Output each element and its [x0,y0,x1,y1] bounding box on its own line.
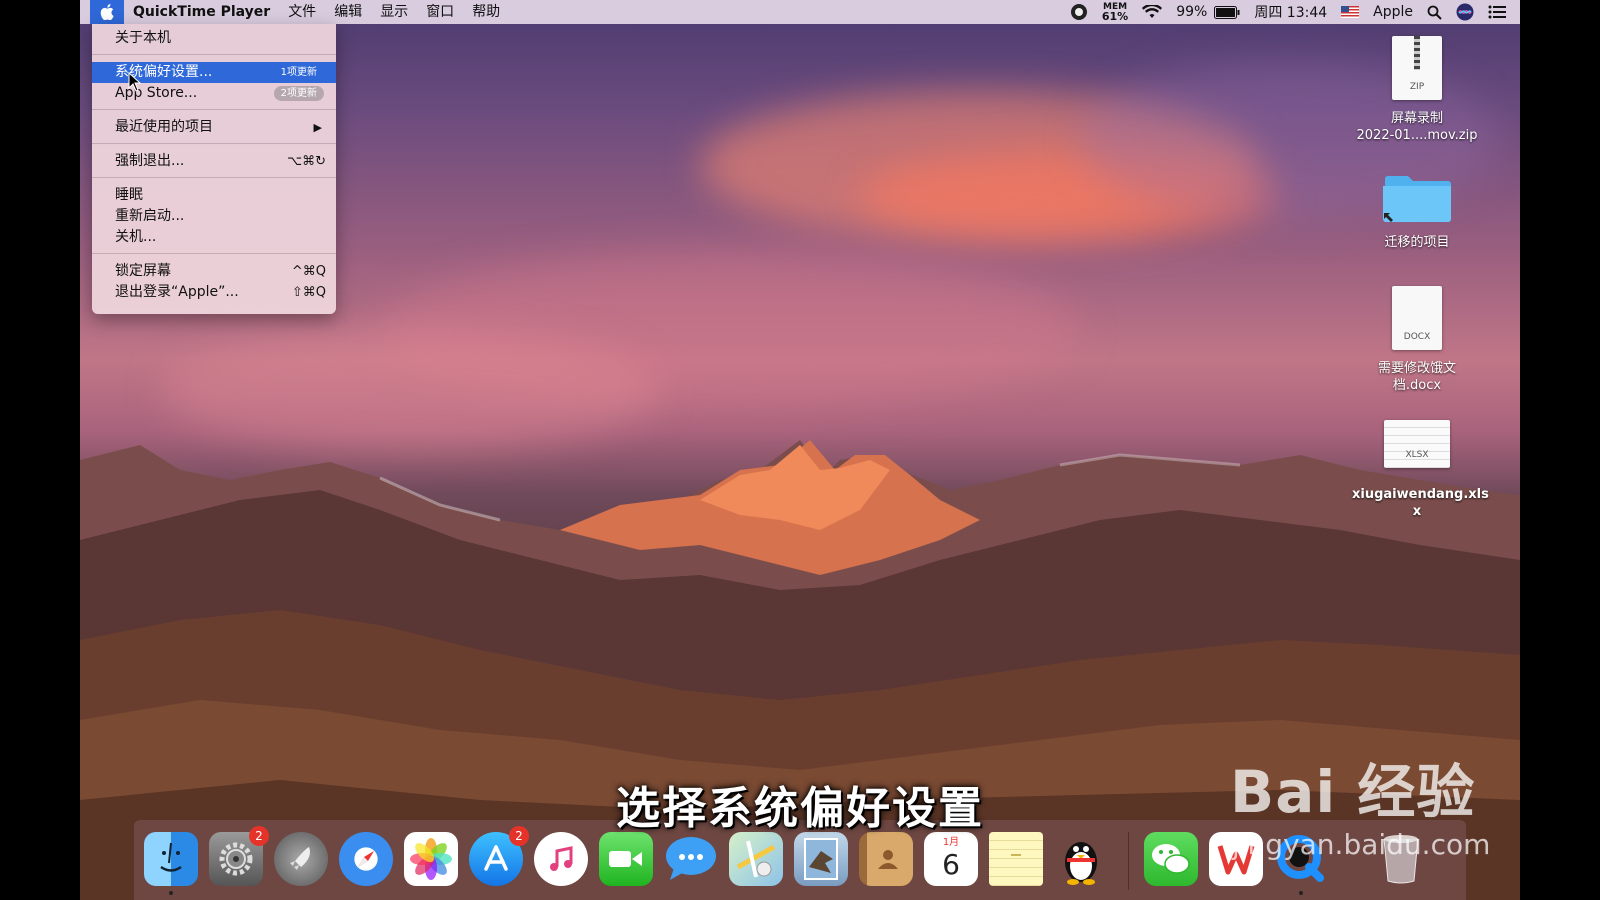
dock-facetime[interactable] [599,832,653,886]
dock-wechat[interactable] [1144,832,1198,886]
photos-flower-icon [410,838,452,880]
menu-app-name[interactable]: QuickTime Player [124,0,279,24]
menu-item-recent-items[interactable]: 最近使用的项目 ▶ [92,117,336,138]
desktop-icon-zip[interactable]: ZIP 屏幕录制 2022-01....mov.zip [1352,36,1482,144]
baidu-watermark-logo: Bai 经验 [1230,758,1476,826]
finder-icon [160,842,182,872]
menu-item-sleep[interactable]: 睡眠 [92,185,336,206]
apple-logo-icon [100,4,114,20]
apple-menu-button[interactable] [90,0,124,24]
dock-qq[interactable] [1054,832,1108,886]
input-source-flag-icon[interactable] [1334,0,1366,24]
menu-file[interactable]: 文件 [279,0,325,24]
dock-notes[interactable] [989,832,1043,886]
baidu-watermark-url: jingyan.baidu.com [1232,828,1491,861]
force-quit-shortcut: ⌥⌘↻ [287,154,326,169]
screen-record-icon[interactable] [1063,0,1095,24]
dock-launchpad[interactable] [274,832,328,886]
dock-itunes[interactable] [534,832,588,886]
desktop-icon-xlsx[interactable]: XLSX xiugaiwendang.xls x [1352,420,1489,520]
notification-center-icon[interactable] [1481,0,1520,24]
calendar-day: 6 [942,848,960,881]
desktop-screen: QuickTime Player 文件 编辑 显示 窗口 帮助 MEM 61% 9… [80,0,1520,900]
menu-separator [92,109,336,110]
memory-monitor[interactable]: MEM 61% [1095,0,1135,24]
zip-file-name-line2: 2022-01....mov.zip [1356,128,1478,143]
music-note-icon [550,846,573,871]
folder-name: 迁移的项目 [1384,235,1450,250]
wechat-icon [1152,844,1190,874]
app-store-icon [484,845,508,871]
menu-help[interactable]: 帮助 [463,0,509,24]
dock-system-preferences[interactable]: 2 [209,826,269,886]
dock-app-store[interactable]: 2 [469,826,529,886]
menu-edit[interactable]: 编辑 [325,0,371,24]
spotlight-search-icon[interactable] [1420,0,1449,24]
wifi-icon[interactable] [1135,0,1169,24]
clock[interactable]: 周四 13:44 [1247,0,1334,24]
menu-item-shutdown[interactable]: 关机... [92,227,336,248]
menu-bar-status-area: MEM 61% 99% 周四 13:44 Apple [1063,0,1520,24]
menu-separator [92,253,336,254]
menu-separator [92,143,336,144]
logout-shortcut: ⇧⌘Q [291,285,326,300]
battery-icon[interactable] [1214,0,1247,24]
chat-bubble-icon [666,837,716,880]
notepad-icon [1011,854,1021,856]
appstore-update-badge: 2项更新 [273,86,324,101]
zip-file-name-line1: 屏幕录制 [1390,111,1443,126]
video-camera-icon [609,851,642,867]
dock-preview[interactable] [794,832,848,886]
menu-bar: QuickTime Player 文件 编辑 显示 窗口 帮助 MEM 61% 9… [80,0,1520,24]
desktop-icon-folder[interactable]: 迁移的项目 [1352,168,1482,251]
apple-menu-dropdown: 关于本机 系统偏好设置... 1项更新 App Store... 2项更新 最近… [92,24,336,314]
docx-file-name-line2: 档.docx [1392,378,1442,393]
menu-item-force-quit[interactable]: 强制退出... ⌥⌘↻ [92,151,336,172]
mem-value: 61% [1101,10,1129,23]
dock-messages[interactable] [664,832,718,886]
compass-icon [358,851,374,867]
running-indicator [169,891,173,895]
xlsx-file-name-line1: xiugaiwendang.xls [1352,487,1489,502]
eagle-photo-icon [804,838,838,880]
dock-contacts[interactable] [859,832,913,886]
menu-view[interactable]: 显示 [371,0,417,24]
submenu-arrow-icon: ▶ [313,121,322,134]
zip-file-icon: ZIP [1392,36,1442,100]
dock-finder[interactable] [144,832,198,895]
dock-photos[interactable] [404,832,458,886]
gear-icon [219,842,253,876]
menu-window[interactable]: 窗口 [417,0,463,24]
mouse-pointer-icon [128,72,142,92]
battery-percent[interactable]: 99% [1169,0,1214,24]
menu-separator [92,54,336,55]
menu-item-lock-screen[interactable]: 锁定屏幕 ^⌘Q [92,261,336,282]
penguin-icon [1065,842,1097,885]
contacts-book-icon [878,850,898,869]
map-icon [736,840,776,878]
folder-icon [1383,176,1451,222]
menu-item-restart[interactable]: 重新启动... [92,206,336,227]
desktop-icon-docx[interactable]: DOCX 需要修改饿文 档.docx [1352,286,1482,394]
menu-item-log-out[interactable]: 退出登录“Apple”... ⇧⌘Q [92,282,336,303]
user-name[interactable]: Apple [1366,0,1420,24]
xlsx-file-icon: XLSX [1384,420,1450,468]
dock-maps[interactable] [729,832,783,886]
running-indicator [1299,891,1303,895]
xlsx-file-name-line2: x [1412,504,1422,519]
dock-safari[interactable] [339,832,393,886]
prefs-update-badge: 1项更新 [273,65,324,80]
siri-icon[interactable] [1449,0,1481,24]
dock-calendar[interactable]: 1月 6 [924,832,978,886]
dock-divider [1128,832,1129,890]
lock-shortcut: ^⌘Q [291,264,326,279]
menu-separator [92,177,336,178]
docx-file-icon: DOCX [1392,286,1442,350]
docx-file-name-line1: 需要修改饿文 [1377,361,1456,376]
menu-item-about[interactable]: 关于本机 [92,28,336,49]
rocket-icon [290,847,310,870]
